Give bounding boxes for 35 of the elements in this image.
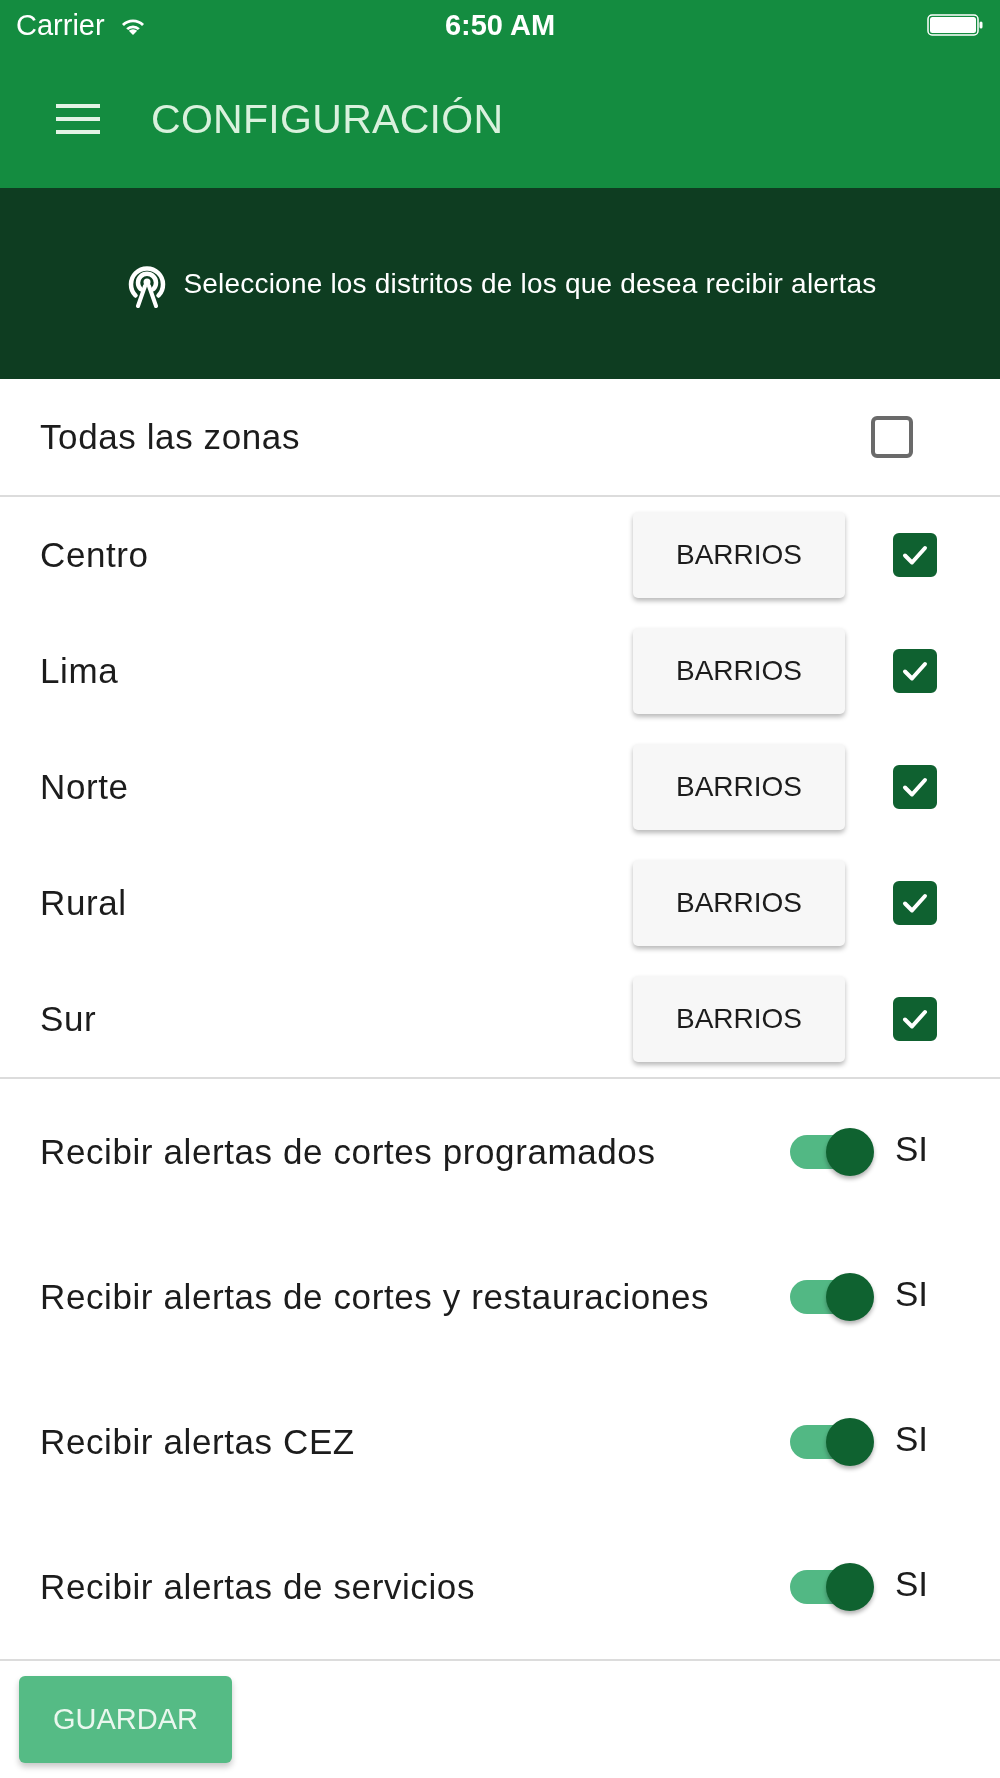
barrios-button[interactable]: BARRIOS <box>633 976 845 1062</box>
toggle-state-label: SI <box>895 1563 930 1604</box>
alert-label: Recibir alertas de servicios <box>40 1566 476 1607</box>
toggle-switch[interactable] <box>790 1417 874 1466</box>
menu-icon[interactable] <box>56 104 100 134</box>
barrios-button[interactable]: BARRIOS <box>633 512 845 598</box>
checkbox[interactable] <box>893 881 937 925</box>
district-label: Sur <box>40 999 98 1039</box>
toggle-switch[interactable] <box>790 1272 874 1321</box>
zone-label: Todas las zonas <box>40 417 301 457</box>
alert-label: Recibir alertas CEZ <box>40 1421 356 1462</box>
checkbox[interactable] <box>893 533 937 577</box>
barrios-button[interactable]: BARRIOS <box>633 860 845 946</box>
toggle-state-label: SI <box>895 1128 930 1169</box>
battery-icon <box>927 14 983 36</box>
carrier-name: Carrier <box>16 8 105 42</box>
alert-label: Recibir alertas de cortes programados <box>40 1131 657 1172</box>
toggle-switch[interactable] <box>790 1562 874 1611</box>
toggle-state-label: SI <box>895 1418 930 1459</box>
screen-title: CONFIGURACIÓN <box>151 95 504 143</box>
district-label: Lima <box>40 651 120 691</box>
alert-label: Recibir alertas de cortes y restauraciones <box>40 1276 711 1317</box>
district-label: Centro <box>40 535 150 575</box>
checkbox[interactable] <box>893 765 937 809</box>
toggle-switch[interactable] <box>790 1127 874 1176</box>
toggle-state-label: SI <box>895 1273 930 1314</box>
checkbox[interactable] <box>893 649 937 693</box>
barrios-button[interactable]: BARRIOS <box>633 744 845 830</box>
banner-text: Seleccione los distritos de los que desea recibir alertas <box>183 267 877 300</box>
status-time: 6:50 AM <box>444 8 556 42</box>
barrios-button[interactable]: BARRIOS <box>633 628 845 714</box>
district-label: Rural <box>40 883 128 923</box>
checkbox[interactable] <box>893 997 937 1041</box>
district-label: Norte <box>40 767 130 807</box>
checkbox[interactable] <box>871 416 913 458</box>
